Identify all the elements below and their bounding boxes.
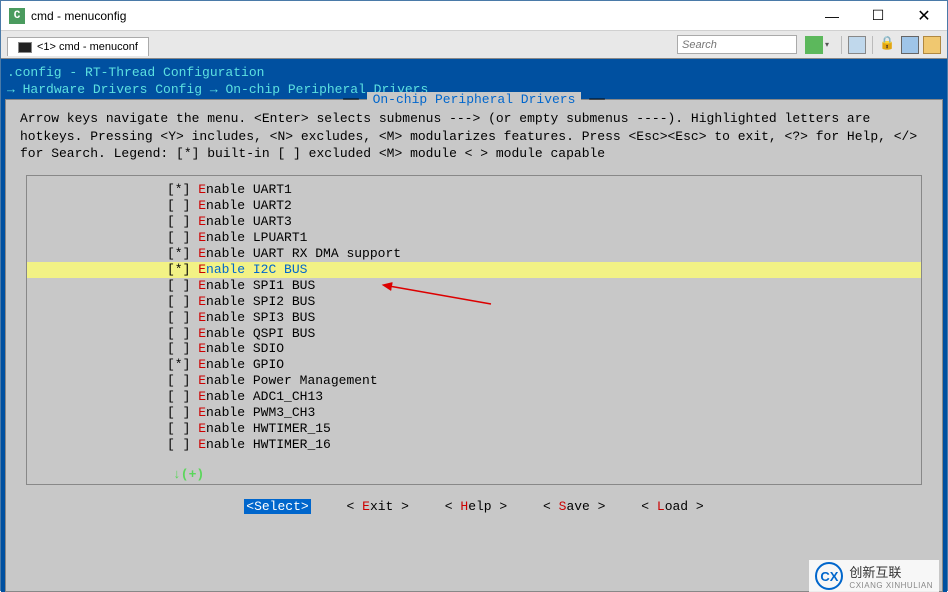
toolbar	[805, 36, 941, 54]
watermark-text: 创新互联	[849, 562, 933, 581]
button-bar: <Select> < Exit > < Help > < Save > < Lo…	[6, 493, 942, 524]
terminal-icon	[18, 42, 32, 53]
watermark-logo-icon: CX	[815, 562, 843, 590]
option-item[interactable]: [*] Enable GPIO	[27, 357, 921, 373]
option-item[interactable]: [ ] Enable Power Management	[27, 373, 921, 389]
option-item[interactable]: [ ] Enable UART3	[27, 214, 921, 230]
separator	[841, 36, 842, 54]
watermark: CX 创新互联 CXIANG XINHULIAN	[809, 560, 939, 592]
config-path: .config - RT-Thread Configuration	[5, 63, 943, 82]
scroll-down-hint: ↓(+)	[173, 467, 204, 482]
titlebar[interactable]: C cmd - menuconfig — ☐ ✕	[1, 1, 947, 31]
separator	[872, 36, 873, 54]
option-item[interactable]: [ ] Enable ADC1_CH13	[27, 389, 921, 405]
watermark-sub: CXIANG XINHULIAN	[849, 581, 933, 590]
folder-icon[interactable]	[923, 36, 941, 54]
help-text: Arrow keys navigate the menu. <Enter> se…	[6, 100, 942, 171]
tabbar: <1> cmd - menuconf	[1, 31, 947, 59]
window-title: cmd - menuconfig	[31, 9, 809, 23]
menuconfig-panel: ── On-chip Peripheral Drivers ── Arrow k…	[5, 99, 943, 592]
save-button[interactable]: < Save >	[543, 499, 605, 514]
option-item[interactable]: [ ] Enable HWTIMER_15	[27, 421, 921, 437]
option-item[interactable]: [ ] Enable QSPI BUS	[27, 326, 921, 342]
option-item[interactable]: [ ] Enable SDIO	[27, 341, 921, 357]
option-item[interactable]: [ ] Enable SPI2 BUS	[27, 294, 921, 310]
add-icon[interactable]	[805, 36, 823, 54]
save-icon[interactable]	[901, 36, 919, 54]
close-button[interactable]: ✕	[901, 1, 947, 31]
window-buttons: — ☐ ✕	[809, 1, 947, 31]
load-button[interactable]: < Load >	[641, 499, 703, 514]
tab-cmd-menuconfig[interactable]: <1> cmd - menuconf	[7, 37, 149, 56]
option-item[interactable]: [ ] Enable PWM3_CH3	[27, 405, 921, 421]
lock-icon[interactable]	[879, 36, 897, 54]
minimize-button[interactable]: —	[809, 1, 855, 31]
select-button[interactable]: <Select>	[244, 499, 310, 514]
exit-button[interactable]: < Exit >	[347, 499, 409, 514]
maximize-button[interactable]: ☐	[855, 1, 901, 31]
option-item[interactable]: [*] Enable UART1	[27, 182, 921, 198]
app-window: C cmd - menuconfig — ☐ ✕ <1> cmd - menuc…	[0, 0, 948, 591]
option-item[interactable]: [ ] Enable SPI3 BUS	[27, 310, 921, 326]
windows-icon[interactable]	[848, 36, 866, 54]
tab-label: <1> cmd - menuconf	[37, 41, 138, 53]
terminal-area: .config - RT-Thread Configuration → Hard…	[1, 59, 947, 592]
help-button[interactable]: < Help >	[445, 499, 507, 514]
option-item[interactable]: [ ] Enable HWTIMER_16	[27, 437, 921, 453]
option-item[interactable]: [*] Enable I2C BUS	[27, 262, 921, 278]
app-icon: C	[9, 8, 25, 24]
panel-title: On-chip Peripheral Drivers	[367, 92, 582, 107]
option-item[interactable]: [ ] Enable UART2	[27, 198, 921, 214]
option-item[interactable]: [ ] Enable SPI1 BUS	[27, 278, 921, 294]
search-input[interactable]	[677, 35, 797, 54]
options-list[interactable]: [*] Enable UART1[ ] Enable UART2[ ] Enab…	[26, 175, 922, 485]
option-item[interactable]: [ ] Enable LPUART1	[27, 230, 921, 246]
option-item[interactable]: [*] Enable UART RX DMA support	[27, 246, 921, 262]
